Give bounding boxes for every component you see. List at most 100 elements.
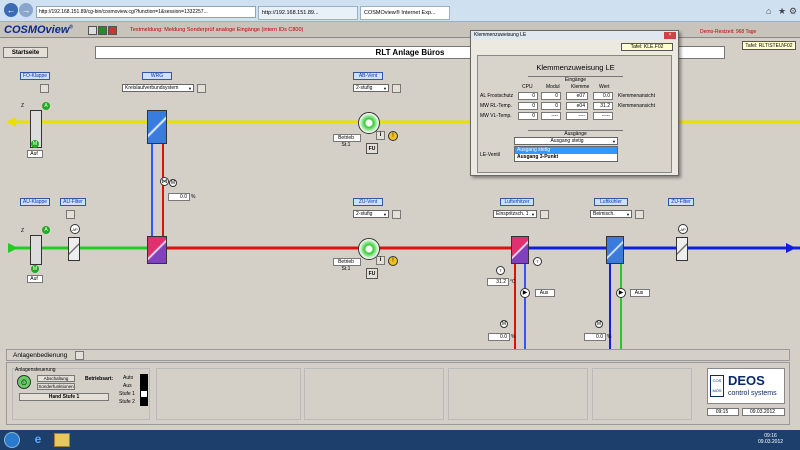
au-filter-button[interactable] [66, 210, 75, 219]
address-bar[interactable]: http://192.168.151.89/cg-bin/cosmoview.c… [36, 6, 256, 18]
au-filter-label[interactable]: AU-Filter [60, 198, 86, 206]
output-dropdown: Ausgang stetig Ausgang 3-Punkt [514, 146, 618, 162]
pct-label-3: % [607, 334, 612, 340]
fo-klappe-button[interactable] [40, 84, 49, 93]
zu-fu[interactable]: FU [366, 268, 378, 279]
sonder-button[interactable]: Sonderfunktionen [37, 383, 75, 390]
forward-button[interactable]: → [19, 3, 33, 17]
cooler-valve-value: 0.0 [584, 333, 606, 341]
luftkuehler-label[interactable]: Luftkühler [594, 198, 628, 206]
back-button[interactable]: ← [4, 3, 18, 17]
z-label: Z [21, 103, 25, 109]
dialog-body: Klemmenzuweisung LE Eingänge CPU Modul K… [477, 55, 672, 173]
row-cpu: 0 [518, 112, 538, 120]
kuehler-select[interactable]: Beimisch. [590, 210, 632, 218]
eingaenge-group: Eingänge [528, 76, 623, 83]
zu-filter[interactable] [676, 237, 688, 261]
row-cpu: 0 [518, 102, 538, 110]
row-klemme: e04 [566, 102, 588, 110]
mode-auto[interactable]: Auto [123, 375, 133, 381]
dialog-heading: Klemmenzuweisung LE [536, 63, 615, 72]
ab-vent-label[interactable]: AB-Vent [353, 72, 383, 80]
wrg-exchanger-top[interactable] [147, 110, 167, 144]
erhitzer-select[interactable]: Einspritzsch. 1 [493, 210, 537, 218]
deos-sub: control systems [728, 390, 777, 397]
heater-pump[interactable]: ▶ [520, 288, 530, 298]
mode-stufe2[interactable]: Stufe 2 [119, 399, 135, 405]
panel-date: 09.03.2012 [742, 408, 785, 416]
row-cpu: 0 [518, 92, 538, 100]
abschaltung-button[interactable]: Abschaltung Vent. [37, 375, 75, 387]
zu-filter-label[interactable]: ZU-Filter [668, 198, 694, 206]
ab-info-button[interactable]: i [376, 131, 385, 140]
erhitzer-button[interactable] [540, 210, 549, 219]
option-3punkt[interactable]: Ausgang 3-Punkt [515, 154, 617, 161]
ab-vent-select[interactable]: 2-stufig [353, 84, 389, 92]
zu-filter-dp: ΔP [678, 224, 688, 234]
cooler-coil[interactable] [606, 236, 624, 264]
zu-vent-button[interactable] [392, 210, 401, 219]
output-select[interactable]: Ausgang stetig [514, 137, 618, 145]
wrg-exchanger-bottom[interactable] [147, 236, 167, 264]
settings-icon[interactable]: ⚙ [789, 6, 797, 17]
fo-klappe-label[interactable]: FO-Klappe [20, 72, 50, 80]
le-ventil-label: LE-Ventil [480, 152, 501, 158]
au-filter[interactable] [68, 237, 80, 261]
au-klappe-label[interactable]: AU-Klappe [20, 198, 50, 206]
system-clock: 09:16 09.03.2012 [758, 433, 784, 445]
ausgaenge-group: Ausgänge [528, 130, 623, 137]
dialog-titlebar[interactable]: Klemmenzuweisung LE [471, 31, 678, 40]
zu-vent-label[interactable]: ZU-Vent [353, 198, 383, 206]
wrg-button[interactable] [197, 84, 206, 93]
wrg-valve-icon[interactable]: ⋈ [160, 177, 169, 186]
dialog-close-button[interactable]: × [664, 32, 676, 39]
au-damper[interactable] [30, 235, 42, 265]
header-button-1[interactable] [88, 26, 97, 35]
tab-cosmoview[interactable]: COSMOview® Internet Exp... [360, 6, 450, 20]
lufterhitzer-label[interactable]: Lufterhitzer [500, 198, 534, 206]
a-indicator: A [42, 102, 50, 110]
start-button[interactable]: Startseite [3, 47, 48, 58]
wrg-label[interactable]: WRG [142, 72, 172, 80]
tab-1[interactable]: http://192.168.151.89... [258, 6, 358, 20]
mode-stufe1[interactable]: Stufe 1 [119, 391, 135, 397]
option-stetig[interactable]: Ausgang stetig [515, 147, 617, 154]
row-klemme: e07 [566, 92, 588, 100]
ab-fu[interactable]: FU [366, 143, 378, 154]
header-button-3[interactable] [108, 26, 117, 35]
supply-arrow [786, 243, 796, 253]
ab-vent-button[interactable] [392, 84, 401, 93]
fresh-arrow [8, 243, 18, 253]
pct-label-2: % [511, 334, 516, 340]
panel-time: 09:15 [707, 408, 739, 416]
zu-vent-select[interactable]: 2-stufig [353, 210, 389, 218]
favorites-icon[interactable]: ★ [778, 6, 786, 17]
m-indicator: M [31, 140, 39, 148]
cooler-pump[interactable]: ▶ [616, 288, 626, 298]
clock-icon[interactable]: ⏲ [17, 375, 31, 389]
damper-state: Auf [27, 150, 43, 158]
row-klemme: ---- [566, 112, 588, 120]
anlage-button[interactable] [75, 351, 84, 360]
explorer-taskbar-icon[interactable] [54, 433, 70, 447]
demo-time: Demo-Restzeit: 968 Tage [700, 29, 757, 35]
col-klemme: Klemme [571, 84, 590, 90]
home-icon[interactable]: ⌂ [766, 6, 771, 16]
ab-fu-alarm: ! [388, 131, 398, 141]
zu-betrieb: Betrieb St.1 [333, 258, 361, 272]
start-orb[interactable] [4, 432, 20, 448]
app-logo: COSMOview® [4, 24, 74, 36]
status-message: Textmeldung: Meldung Sonderprüf analoge … [130, 27, 304, 33]
kuehler-button[interactable] [635, 210, 644, 219]
header-button-2[interactable] [98, 26, 107, 35]
heater-coil[interactable] [511, 236, 529, 264]
row-action[interactable]: Klemmenansicht [618, 93, 655, 99]
dialog-klemmenzuweisung: Klemmenzuweisung LE × Tafel: KLE.F02 Kle… [470, 30, 679, 176]
mode-aus[interactable]: Aus [123, 383, 132, 389]
row-action[interactable]: Klemmenansicht [618, 103, 655, 109]
ie-taskbar-icon[interactable]: e [30, 432, 46, 448]
zu-info-button[interactable]: i [376, 256, 385, 265]
anlagenbedienung-title: Anlagenbedienung [13, 352, 68, 359]
z-label-2: Z [21, 228, 25, 234]
wrg-select[interactable]: Kreislaufverbundsystem [122, 84, 194, 92]
